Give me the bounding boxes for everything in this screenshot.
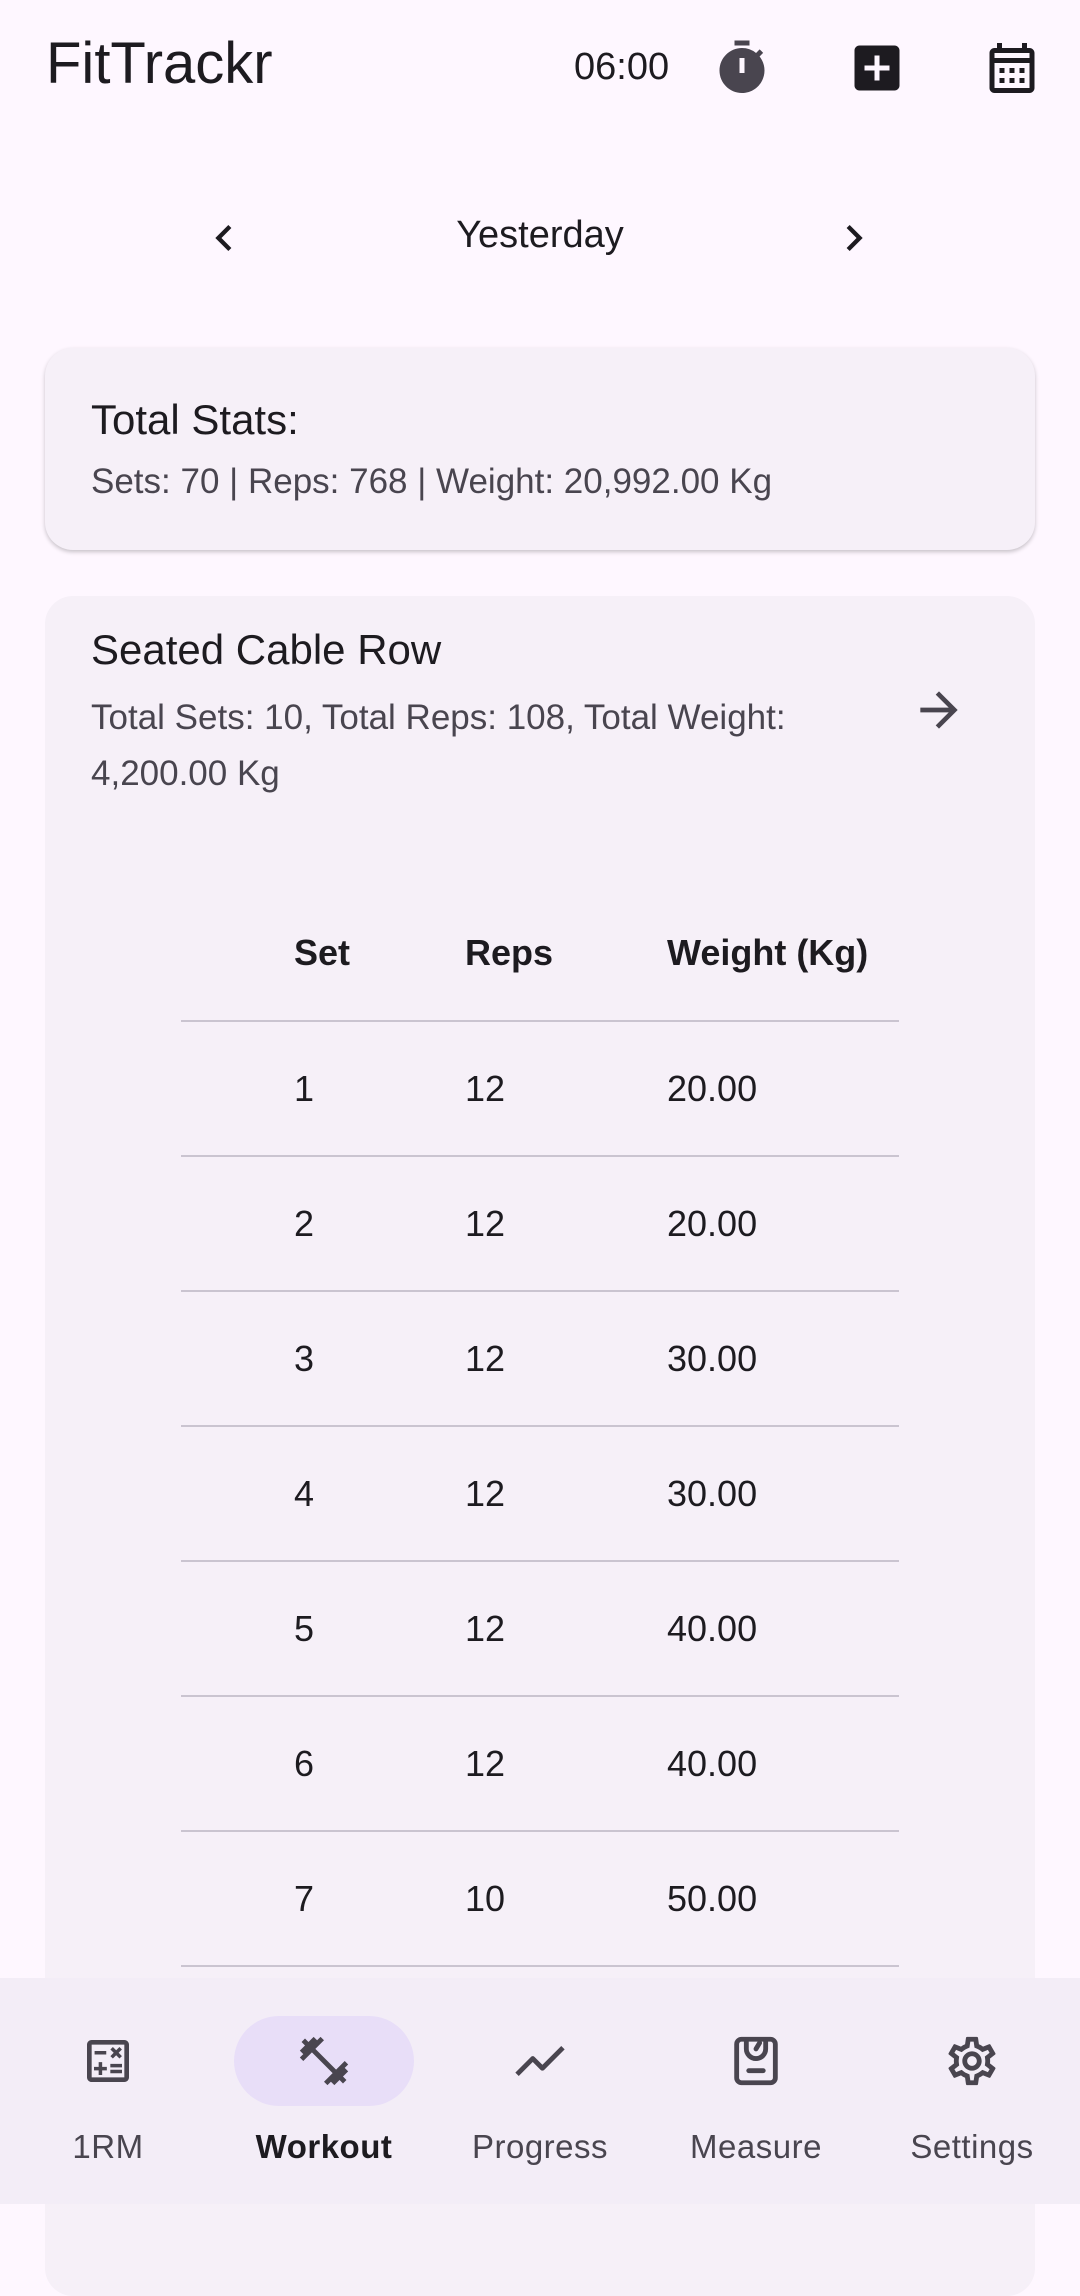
nav-item-indicator [450, 2016, 630, 2106]
rest-timer-text[interactable]: 06:00 [574, 46, 669, 89]
table-row[interactable]: 2 12 20.00 [181, 1155, 899, 1292]
weight-value: 40.00 [667, 1742, 758, 1784]
set-number: 4 [294, 1472, 315, 1514]
weight-value: 30.00 [667, 1472, 758, 1514]
app-bar: FitTrackr 06:00 [0, 0, 1080, 140]
weight-value: 20.00 [667, 1067, 758, 1109]
column-header-reps: Reps [465, 932, 554, 973]
add-box-icon[interactable] [835, 26, 919, 110]
column-header-weight: Weight (Kg) [667, 932, 869, 973]
date-navigator: Yesterday [0, 190, 1080, 286]
reps-value: 12 [465, 1202, 506, 1244]
arrow-right-icon[interactable] [903, 674, 975, 746]
reps-value: 12 [465, 1067, 506, 1109]
nav-item-1rm[interactable]: 1RM [0, 1978, 216, 2204]
table-row[interactable]: 4 12 30.00 [181, 1425, 899, 1562]
reps-value: 12 [465, 1472, 506, 1514]
weight-value: 20.00 [667, 1202, 758, 1244]
nav-item-indicator-active [234, 2016, 414, 2106]
weight-value: 30.00 [667, 1337, 758, 1379]
app-title: FitTrackr [46, 31, 273, 96]
nav-label-1rm: 1RM [72, 2128, 144, 2165]
exercise-summary: Total Sets: 10, Total Reps: 108, Total W… [91, 698, 786, 793]
set-number: 1 [294, 1067, 315, 1109]
weight-value: 40.00 [667, 1607, 758, 1649]
nav-item-settings[interactable]: Settings [864, 1978, 1080, 2204]
nav-item-indicator [882, 2016, 1062, 2106]
nav-label-workout: Workout [255, 2128, 393, 2165]
calculator-icon [87, 2040, 129, 2082]
chevron-right-icon[interactable] [818, 202, 890, 274]
reps-value: 12 [465, 1337, 506, 1379]
nav-item-indicator [666, 2016, 846, 2106]
table-row[interactable]: 5 12 40.00 [181, 1560, 899, 1697]
nav-item-measure[interactable]: Measure [648, 1978, 864, 2204]
nav-item-indicator [18, 2016, 198, 2106]
calendar-icon[interactable] [970, 26, 1054, 110]
date-label[interactable]: Yesterday [0, 214, 1080, 257]
reps-value: 12 [465, 1742, 506, 1784]
table-row[interactable]: 1 12 20.00 [181, 1020, 899, 1157]
total-stats-card: Total Stats: Sets: 70 | Reps: 768 | Weig… [45, 348, 1035, 550]
nav-label-settings: Settings [910, 2128, 1034, 2165]
weight-value: 50.00 [667, 1877, 758, 1919]
table-row[interactable]: 7 10 50.00 [181, 1830, 899, 1967]
stats-summary: Sets: 70 | Reps: 768 | Weight: 20,992.00… [91, 462, 773, 501]
set-number: 6 [294, 1742, 315, 1784]
dumbbell-icon [299, 2036, 349, 2086]
scale-icon [734, 2036, 778, 2086]
bottom-navigation-bar: 1RM Workout Progress Measure Settings [0, 1978, 1080, 2204]
set-number: 5 [294, 1607, 315, 1649]
stopwatch-icon[interactable] [700, 26, 784, 110]
nav-label-measure: Measure [690, 2128, 822, 2165]
table-row[interactable]: 6 12 40.00 [181, 1695, 899, 1832]
reps-value: 10 [465, 1877, 506, 1919]
nav-item-progress[interactable]: Progress [432, 1978, 648, 2204]
set-number: 7 [294, 1877, 315, 1919]
set-number: 3 [294, 1337, 315, 1379]
nav-item-workout[interactable]: Workout [216, 1978, 432, 2204]
table-row[interactable]: 3 12 30.00 [181, 1290, 899, 1427]
stats-title: Total Stats: [91, 396, 299, 443]
set-number: 2 [294, 1202, 315, 1244]
exercise-title: Seated Cable Row [91, 626, 442, 673]
reps-value: 12 [465, 1607, 506, 1649]
trending-line-icon [515, 2045, 565, 2077]
gear-icon [948, 2036, 996, 2086]
column-header-set: Set [294, 932, 351, 973]
nav-label-progress: Progress [471, 2128, 609, 2165]
